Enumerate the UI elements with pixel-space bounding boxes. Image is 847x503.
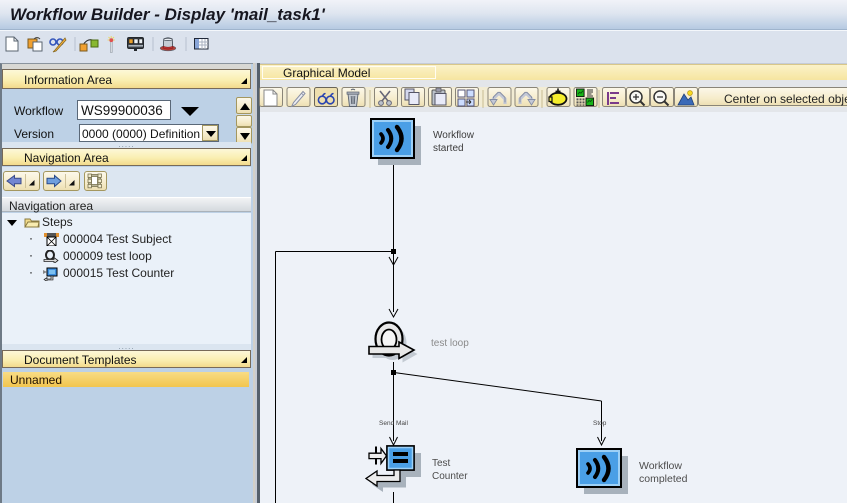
svg-text:Stop: Stop (593, 420, 607, 427)
svg-text:completed: completed (639, 473, 688, 485)
svg-text:Send Mail: Send Mail (379, 420, 408, 427)
svg-text:test loop: test loop (431, 338, 469, 349)
svg-text:Workflow: Workflow (639, 460, 682, 472)
svg-text:started: started (433, 143, 464, 154)
svg-text:Counter: Counter (432, 471, 468, 482)
svg-text:Center on selected obje: Center on selected obje (724, 92, 847, 106)
svg-text:Workflow: Workflow (433, 130, 475, 141)
svg-text:Test: Test (432, 458, 451, 469)
